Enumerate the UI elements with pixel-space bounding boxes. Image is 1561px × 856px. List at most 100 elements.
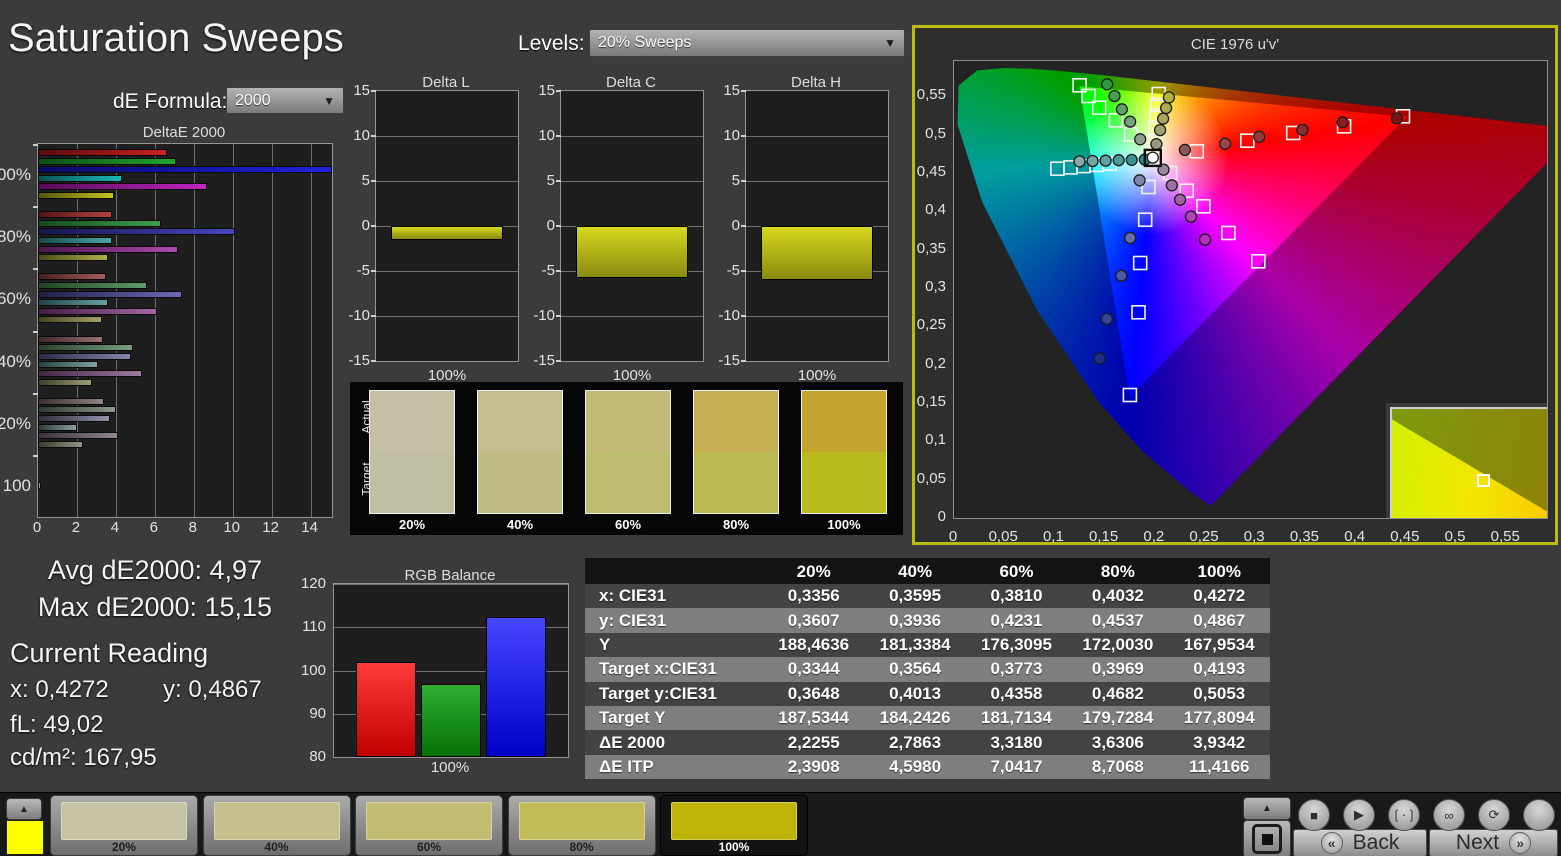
chevrons-right-icon: »	[1509, 832, 1532, 854]
current-fl: fL: 49,02	[10, 711, 104, 738]
target-square	[1189, 144, 1204, 159]
deltae-bar	[38, 174, 122, 182]
bottom-bar: ▲ ▲ « Back Next » 20% 40% 60% 80% 100% ■ ▶ ❲·❳ ∞…	[0, 792, 1561, 856]
patch-swatch-60%[interactable]: 60%	[355, 795, 503, 856]
page-title: Saturation Sweeps	[8, 16, 344, 60]
swatch-color	[518, 802, 645, 840]
blank-button[interactable]	[1523, 799, 1555, 831]
loop-button[interactable]: ∞	[1433, 799, 1465, 831]
table-header-cell	[585, 559, 763, 584]
measurement-circle	[1101, 78, 1114, 91]
table-row: Target x:CIE31 0,3344 0,3564 0,3773 0,3969 0,…	[585, 657, 1270, 682]
measurement-circle	[1162, 91, 1176, 104]
axis-tick	[33, 206, 38, 209]
group-label: 40%	[0, 351, 31, 371]
deltae-bar	[38, 369, 143, 377]
deltae-bar	[38, 307, 157, 315]
measurement-circle	[1146, 151, 1159, 164]
de-formula-dropdown[interactable]: 2000 ▼	[226, 87, 344, 114]
table-row: y: CIE31 0,3607 0,3936 0,4231 0,4537 0,4867	[585, 608, 1270, 633]
y-tick-label: -10	[533, 307, 555, 324]
y-tick-label: -5	[356, 262, 370, 279]
frame-button[interactable]: ❲·❳	[1388, 799, 1420, 831]
next-button[interactable]: Next »	[1429, 829, 1558, 856]
table-cell: 0,3969	[1091, 659, 1144, 679]
gridline	[746, 181, 888, 182]
table-cell: 184,2426	[879, 708, 951, 728]
deltae-bar	[38, 281, 147, 289]
gridline	[561, 181, 703, 182]
table-header-row: 20% 40% 60% 80% 100%	[585, 559, 1270, 584]
axis-tick	[371, 270, 376, 272]
deltae-bar	[38, 166, 332, 174]
target-square	[1131, 305, 1146, 320]
table-row-label: Target Y	[599, 708, 666, 728]
table-cell: 0,3356	[787, 586, 840, 606]
y-tick-label: 0,35	[916, 239, 946, 257]
loop-icon: ∞	[1444, 807, 1454, 823]
measurement-circle	[1198, 233, 1212, 246]
axis-tick	[371, 360, 376, 362]
table-cell: 0,3773	[990, 659, 1043, 679]
target-color	[370, 452, 454, 513]
measurement-circle	[1159, 101, 1173, 115]
patch-swatch-20%[interactable]: 20%	[50, 795, 198, 856]
current-cdm2: cd/m²: 167,95	[10, 744, 157, 771]
group-label: 100	[2, 475, 31, 495]
patch-swatch-40%[interactable]: 40%	[202, 795, 351, 856]
measurement-circle	[1093, 352, 1106, 365]
deltae-bar	[38, 344, 134, 352]
table-cell: 0,4537	[1091, 610, 1144, 630]
inset-target-square	[1476, 474, 1490, 487]
collapse-patch-button[interactable]: ▲	[6, 798, 42, 820]
target-square	[1137, 212, 1153, 227]
stop-frame-button[interactable]	[1243, 820, 1291, 856]
deltae-bar	[38, 254, 109, 262]
axis-tick	[33, 392, 38, 395]
chevron-up-icon: ▲	[19, 803, 29, 815]
x-tick-label: 0,1	[1042, 528, 1064, 545]
patch-swatch-100%[interactable]: 100%	[660, 795, 808, 856]
compare-swatch-label: 100%	[827, 517, 861, 532]
patch-swatch-80%[interactable]: 80%	[507, 795, 656, 856]
y-tick-label: 0	[546, 217, 555, 234]
x-tick-label: 2	[71, 519, 81, 536]
table-header-cell: 80%	[1100, 561, 1135, 581]
table-cell: 2,3908	[787, 756, 840, 776]
gridline	[376, 136, 518, 137]
levels-dropdown[interactable]: 20% Sweeps ▼	[589, 29, 905, 57]
collapse-transport-button[interactable]: ▲	[1243, 797, 1291, 820]
table-row-label: Target x:CIE31	[599, 659, 717, 679]
stop-button[interactable]: ■	[1298, 799, 1330, 831]
x-tick-label: 0,15	[1089, 528, 1119, 545]
axis-tick	[556, 270, 561, 272]
y-tick-label: 0,3	[925, 277, 946, 295]
table-row: Y 188,4636 181,3384 176,3095 172,0030 167,953…	[585, 632, 1270, 658]
measurement-circle	[1150, 137, 1163, 151]
x-tick-label: 14	[301, 519, 318, 536]
compare-swatch-label: 60%	[614, 517, 642, 532]
gridline	[376, 271, 518, 272]
axis-tick	[741, 225, 746, 227]
refresh-icon: ⟳	[1488, 807, 1500, 822]
y-tick-label: 0	[937, 508, 946, 525]
table-cell: 0,3564	[889, 659, 942, 679]
axis-tick	[741, 270, 746, 272]
target-square	[1050, 161, 1065, 176]
table-cell: 3,9342	[1193, 732, 1246, 752]
table-cell: 0,3595	[889, 586, 942, 606]
play-button[interactable]: ▶	[1343, 799, 1375, 831]
table-cell: 0,4193	[1193, 659, 1246, 679]
swatch-label: 80%	[569, 840, 594, 854]
swatch-label: 20%	[111, 840, 137, 854]
stop-icon	[1252, 824, 1282, 854]
measurement-circle	[1108, 89, 1121, 103]
refresh-button[interactable]: ⟳	[1478, 799, 1510, 831]
rgb-bar	[356, 661, 416, 757]
deltae-bar	[38, 406, 116, 414]
deltae-bar	[38, 423, 77, 431]
levels-value: 20% Sweeps	[598, 34, 692, 51]
deltae-bar	[38, 316, 103, 324]
back-button[interactable]: « Back	[1293, 829, 1427, 856]
x-tick-label: 0,5	[1444, 528, 1466, 545]
